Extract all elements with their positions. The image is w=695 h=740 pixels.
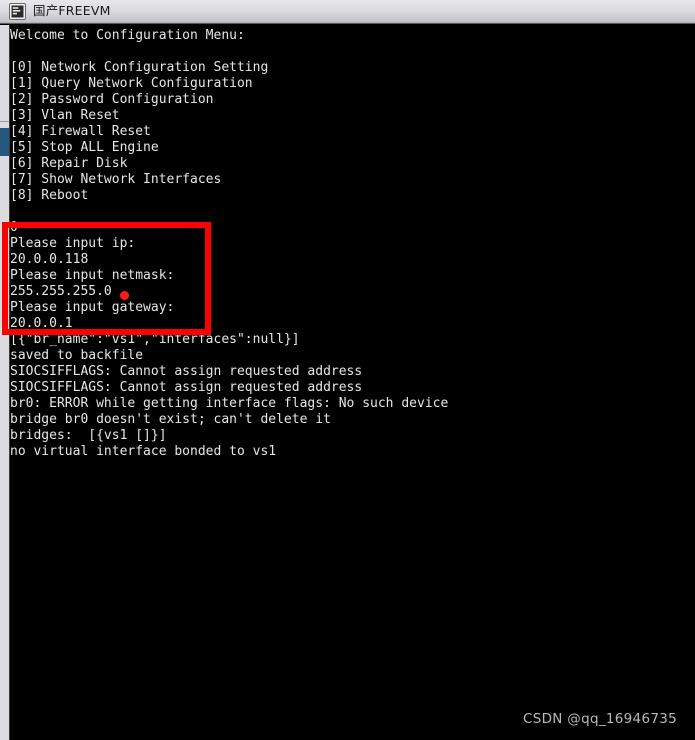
terminal-line: [1] Query Network Configuration (10, 76, 253, 91)
terminal-line: [{"br_name":"vs1","interfaces":null}] (10, 332, 300, 347)
terminal-line: SIOCSIFFLAGS: Cannot assign requested ad… (10, 380, 363, 395)
terminal-window[interactable]: Welcome to Configuration Menu: [0] Networ… (0, 25, 695, 740)
scrollbar-thumb[interactable] (0, 128, 9, 156)
terminal-line: 0 (10, 220, 18, 235)
terminal-line: [0] Network Configuration Setting (10, 60, 269, 75)
terminal-icon (9, 3, 26, 20)
terminal-line: SIOCSIFFLAGS: Cannot assign requested ad… (10, 364, 363, 379)
terminal-line: [4] Firewall Reset (10, 124, 151, 139)
terminal-line: [6] Repair Disk (10, 156, 128, 171)
terminal-line: 20.0.0.118 (10, 252, 89, 267)
scrollbar-tick (0, 121, 9, 122)
terminal-line: Please input netmask: (10, 268, 175, 283)
terminal-output: Welcome to Configuration Menu: [0] Networ… (10, 25, 695, 460)
terminal-line: [7] Show Network Interfaces (10, 172, 222, 187)
vertical-scrollbar[interactable] (0, 25, 10, 740)
terminal-line: [2] Password Configuration (10, 92, 214, 107)
terminal-line: 255.255.255.0 (10, 284, 112, 299)
terminal-line: no virtual interface bonded to vs1 (10, 444, 277, 459)
terminal-line: 20.0.0.1 (10, 316, 73, 331)
terminal-line: Please input gateway: (10, 300, 175, 315)
terminal-line: [8] Reboot (10, 188, 89, 203)
terminal-line: bridge br0 doesn't exist; can't delete i… (10, 412, 331, 427)
terminal-line: [3] Vlan Reset (10, 108, 120, 123)
window-title-bar[interactable]: 国产FREEVM (0, 0, 695, 24)
terminal-line: Please input ip: (10, 236, 136, 251)
watermark-label: CSDN @qq_16946735 (523, 711, 677, 727)
window-title: 国产FREEVM (33, 3, 111, 19)
terminal-line: Welcome to Configuration Menu: (10, 28, 245, 43)
terminal-line: bridges: [{vs1 []}] (10, 428, 167, 443)
terminal-line: br0: ERROR while getting interface flags… (10, 396, 449, 411)
terminal-line: saved to backfile (10, 348, 144, 363)
terminal-line: [5] Stop ALL Engine (10, 140, 159, 155)
